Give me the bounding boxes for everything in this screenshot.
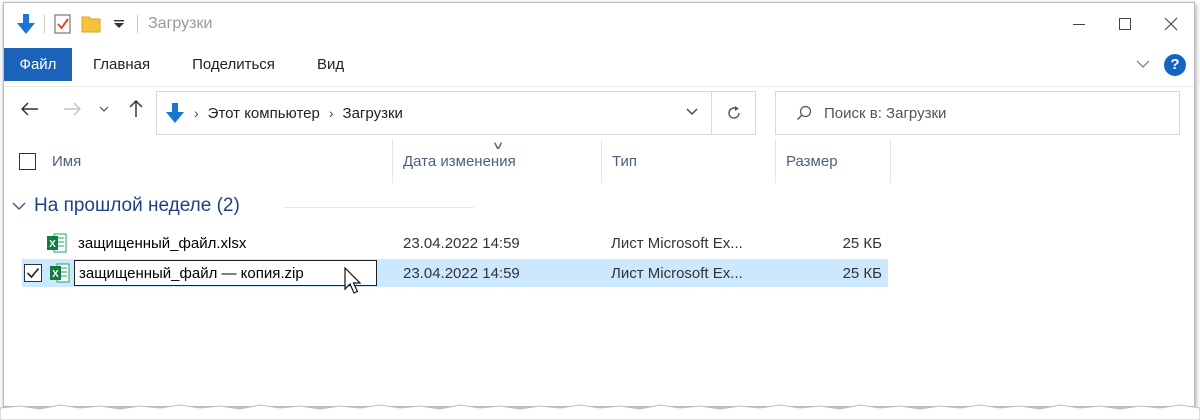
quick-access-toolbar — [4, 3, 142, 45]
breadcrumb-this-pc[interactable]: Этот компьютер — [208, 105, 320, 122]
excel-file-icon: X — [46, 229, 68, 257]
refresh-button[interactable] — [712, 91, 756, 135]
column-header-type[interactable]: Тип — [603, 139, 773, 183]
window-title: Загрузки — [148, 15, 213, 32]
column-type-label: Тип — [612, 152, 638, 170]
refresh-icon — [727, 106, 740, 119]
column-divider[interactable] — [890, 139, 891, 183]
file-row[interactable]: X защищенный_файл.xlsx 23.04.2022 14:59 … — [22, 229, 888, 257]
column-header-name[interactable]: Имя — [10, 139, 390, 183]
column-header-size[interactable]: Размер — [777, 139, 889, 183]
group-collapse-chevron-icon[interactable] — [12, 201, 26, 211]
window-controls — [1056, 3, 1194, 45]
explorer-window: Загрузки Файл Главная Поделиться Вид ? ›… — [3, 2, 1195, 407]
title-bar: Загрузки — [4, 3, 1194, 45]
address-dropdown-chevron-icon[interactable] — [685, 104, 699, 122]
column-divider[interactable] — [775, 139, 776, 183]
column-divider[interactable] — [601, 139, 602, 183]
file-row-selected[interactable]: X защищенный_файл — копия.zip 23.04.2022… — [22, 259, 888, 294]
toolbar-separator — [137, 15, 138, 33]
rename-input[interactable]: защищенный_файл — копия.zip — [74, 260, 377, 286]
column-name-label: Имя — [52, 152, 82, 170]
group-header[interactable]: На прошлой неделе (2) — [12, 193, 240, 219]
tab-view[interactable]: Вид — [296, 48, 365, 81]
excel-file-icon: X — [49, 259, 71, 287]
svg-text:X: X — [52, 269, 59, 280]
svg-text:X: X — [49, 239, 56, 250]
column-divider[interactable] — [392, 139, 393, 183]
expand-ribbon-chevron-icon[interactable] — [1136, 56, 1150, 74]
search-field[interactable]: Поиск в: Загрузки — [775, 91, 1180, 135]
customize-dropdown-icon[interactable] — [105, 10, 133, 38]
column-headers: Имя Дата изменения ∨ Тип Размер — [4, 139, 1194, 183]
file-type: Лист Microsoft Ex... — [611, 264, 743, 282]
search-icon — [796, 105, 812, 121]
close-button[interactable] — [1148, 3, 1194, 45]
mouse-cursor-icon — [344, 267, 362, 294]
tab-file[interactable]: Файл — [4, 48, 72, 81]
toolbar-separator — [44, 15, 45, 33]
file-type: Лист Microsoft Ex... — [611, 234, 743, 252]
maximize-button[interactable] — [1102, 3, 1148, 45]
torn-edge-decoration — [0, 404, 1200, 420]
breadcrumb-separator-icon[interactable]: › — [194, 105, 199, 121]
forward-arrow-icon[interactable] — [60, 97, 84, 121]
minimize-button[interactable] — [1056, 3, 1102, 45]
tab-share[interactable]: Поделиться — [171, 48, 296, 81]
file-size: 25 КБ — [842, 234, 882, 252]
back-arrow-icon[interactable] — [18, 97, 42, 121]
breadcrumb-separator-icon[interactable]: › — [329, 105, 334, 121]
properties-icon[interactable] — [49, 10, 77, 38]
row-checkbox[interactable] — [24, 259, 42, 287]
sort-indicator-icon: ∨ — [491, 140, 505, 152]
breadcrumb-downloads[interactable]: Загрузки — [343, 105, 403, 122]
recent-locations-chevron-icon[interactable] — [96, 97, 112, 121]
tab-home[interactable]: Главная — [72, 48, 171, 81]
navigation-bar: › Этот компьютер › Загрузки Поиск в: Заг… — [4, 86, 1194, 135]
group-label: На прошлой неделе (2) — [34, 195, 240, 216]
address-bar[interactable]: › Этот компьютер › Загрузки — [156, 91, 712, 135]
select-all-checkbox[interactable] — [19, 152, 36, 170]
file-size: 25 КБ — [842, 264, 882, 282]
file-name[interactable]: защищенный_файл.xlsx — [78, 229, 246, 257]
column-size-label: Размер — [786, 152, 838, 170]
help-icon[interactable]: ? — [1164, 53, 1186, 76]
rename-input-value: защищенный_файл — копия.zip — [79, 264, 304, 282]
search-placeholder: Поиск в: Загрузки — [824, 104, 947, 122]
group-divider-line — [284, 207, 474, 208]
ribbon-tabs: Файл Главная Поделиться Вид ? — [4, 48, 1194, 81]
column-date-label: Дата изменения — [403, 152, 516, 170]
downloads-folder-icon — [165, 102, 185, 124]
up-arrow-icon[interactable] — [124, 97, 148, 121]
new-folder-icon[interactable] — [77, 10, 105, 38]
file-date: 23.04.2022 14:59 — [403, 264, 520, 282]
file-date: 23.04.2022 14:59 — [403, 234, 520, 252]
ribbon-right-controls: ? — [1136, 48, 1186, 81]
download-arrow-icon[interactable] — [12, 10, 40, 38]
